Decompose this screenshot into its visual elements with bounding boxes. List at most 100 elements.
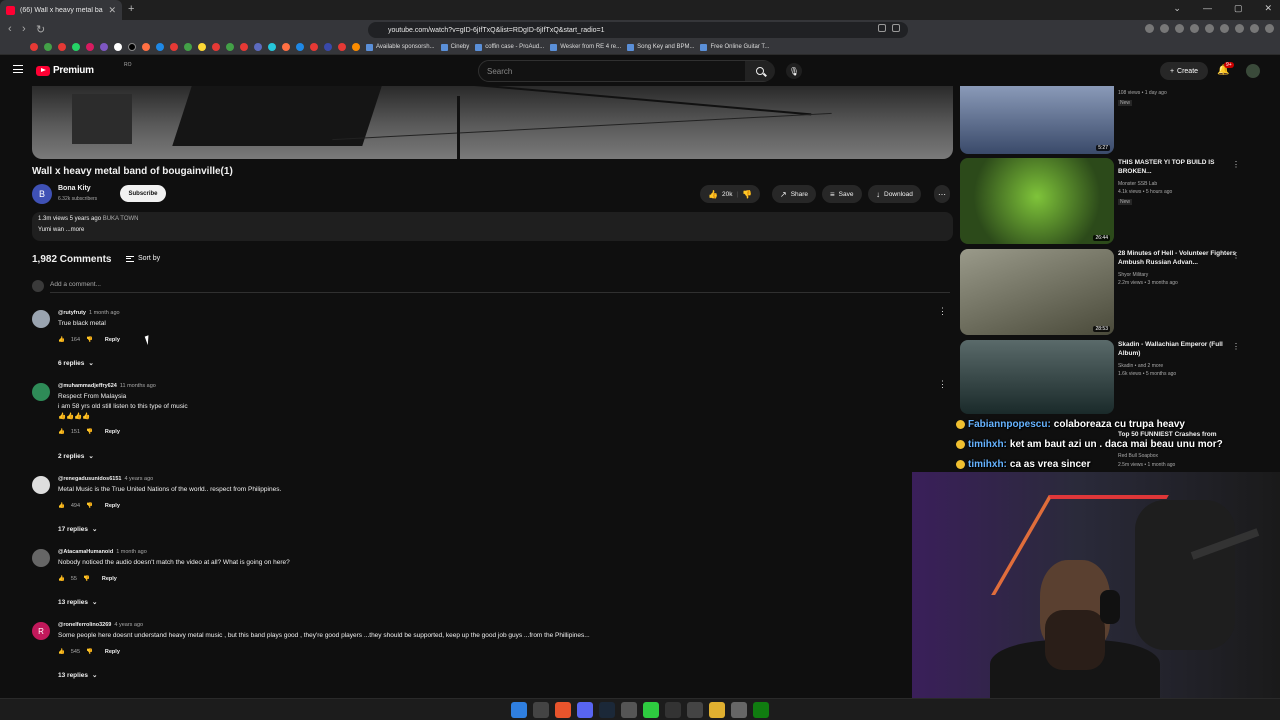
thumbs-up-icon[interactable]: 👍 (708, 190, 718, 199)
video-channel[interactable]: Monster SSB Lab (1118, 180, 1157, 188)
comment-author[interactable]: @muhammadjeffry624 11 months ago (58, 383, 156, 389)
video-thumbnail[interactable]: 28:53 (960, 249, 1114, 335)
minimize-icon[interactable]: — (1203, 3, 1212, 14)
obs-icon[interactable] (731, 702, 747, 718)
bookmark-icon[interactable] (100, 43, 108, 51)
bookmark-item[interactable]: Cineby (440, 43, 469, 51)
address-bar[interactable]: youtube.com/watch?v=gID-6jIfTxQ&list=RDg… (368, 22, 908, 38)
comment-author[interactable]: @rutyfruty 1 month ago (58, 310, 120, 316)
youtube-logo[interactable]: Premium RO (36, 62, 132, 76)
bookmark-icon[interactable] (44, 43, 52, 51)
like-dislike-button[interactable]: 👍 20k | 👎 (700, 185, 761, 203)
bookmark-icon[interactable] (310, 43, 318, 51)
more-options-icon[interactable]: ⋮ (938, 306, 947, 317)
bookmark-icon[interactable] (184, 43, 192, 51)
add-comment-input[interactable]: Add a comment... (50, 281, 101, 288)
bookmark-icon[interactable] (282, 43, 290, 51)
download-button[interactable]: ↓ Download (868, 185, 921, 203)
save-button[interactable]: ≡ Save (822, 185, 862, 203)
video-thumbnail[interactable] (960, 340, 1114, 414)
description-box[interactable]: 1.3m views 5 years ago BUKA TOWN Yumi wa… (32, 212, 953, 241)
video-title[interactable]: Skadin - Wallachian Emperor (Full Album) (1118, 340, 1238, 358)
search-button[interactable] (745, 61, 775, 81)
bookmark-icon[interactable] (114, 43, 122, 51)
bookmark-icon[interactable] (254, 43, 262, 51)
bookmark-icon[interactable] (338, 43, 346, 51)
replies-toggle[interactable]: 6 replies ⌄ (58, 359, 94, 368)
bookmark-icon[interactable] (128, 43, 136, 51)
chevron-down-icon[interactable]: ⌄ (1173, 3, 1181, 14)
back-icon[interactable]: ‹ (8, 23, 12, 35)
reply-button[interactable]: Reply (105, 503, 120, 509)
comment-author[interactable]: @ronelferrolino3269 4 years ago (58, 622, 143, 628)
discord-icon[interactable] (577, 702, 593, 718)
bookmark-icon[interactable] (212, 43, 220, 51)
extension-icon[interactable] (1250, 24, 1259, 33)
cast-icon[interactable] (878, 24, 886, 32)
sort-by-button[interactable]: Sort by (126, 255, 160, 262)
thumbs-down-icon[interactable]: 👎 (86, 503, 93, 509)
bookmark-icon[interactable] (30, 43, 38, 51)
video-thumbnail[interactable]: 26:44 (960, 158, 1114, 244)
bookmark-icon[interactable] (86, 43, 94, 51)
bookmark-icon[interactable] (226, 43, 234, 51)
bookmark-icon[interactable] (324, 43, 332, 51)
description-tag[interactable]: BUKA TOWN (103, 216, 139, 222)
browser-icon[interactable] (555, 702, 571, 718)
steam-icon[interactable] (599, 702, 615, 718)
new-tab-icon[interactable]: + (128, 3, 134, 15)
replies-toggle[interactable]: 2 replies ⌄ (58, 452, 94, 461)
bookmark-icon[interactable] (268, 43, 276, 51)
comment-author[interactable]: @AtacamaHumanoid 1 month ago (58, 549, 147, 555)
app-icon[interactable] (621, 702, 637, 718)
avatar[interactable] (32, 310, 50, 328)
replies-toggle[interactable]: 17 replies ⌄ (58, 525, 97, 534)
folder-icon[interactable] (709, 702, 725, 718)
thumbs-down-icon[interactable]: 👎 (86, 649, 93, 655)
thumbs-down-icon[interactable]: 👎 (83, 576, 90, 582)
thumbs-up-icon[interactable]: 👍 (58, 649, 65, 655)
avatar[interactable] (32, 476, 50, 494)
app-icon[interactable] (643, 702, 659, 718)
more-options-icon[interactable]: ⋮ (938, 379, 947, 390)
app-icon[interactable] (665, 702, 681, 718)
extension-icon[interactable] (1220, 24, 1229, 33)
bookmark-icon[interactable] (156, 43, 164, 51)
extension-icon[interactable] (1205, 24, 1214, 33)
account-avatar[interactable] (1246, 64, 1260, 78)
extension-icon[interactable] (1145, 24, 1154, 33)
bookmark-item[interactable]: Free Online Guitar T... (700, 43, 769, 51)
bookmark-icon[interactable] (198, 43, 206, 51)
maximize-icon[interactable]: ▢ (1234, 3, 1243, 14)
video-thumbnail[interactable]: 5:27 (960, 86, 1114, 154)
reply-button[interactable]: Reply (105, 337, 120, 343)
video-channel[interactable]: Skadin • and 2 more (1118, 362, 1163, 370)
microphone-icon[interactable]: 🎙 (786, 63, 802, 79)
bookmark-icon[interactable] (72, 43, 80, 51)
extension-icon[interactable] (1175, 24, 1184, 33)
bookmark-icon[interactable] (352, 43, 360, 51)
reply-button[interactable]: Reply (105, 649, 120, 655)
video-title[interactable]: 28 Minutes of Hell - Volunteer Fighters … (1118, 249, 1238, 267)
comment-author[interactable]: @renegadusunidos6151 4 years ago (58, 476, 153, 482)
thumbs-up-icon[interactable]: 👍 (58, 337, 65, 343)
close-window-icon[interactable]: ✕ (1264, 3, 1272, 14)
bookmark-item[interactable]: Available sponsorsh... (366, 43, 435, 51)
xbox-icon[interactable] (753, 702, 769, 718)
browser-tab-active[interactable]: (66) Wall x heavy metal band ✕ (0, 0, 122, 20)
thumbs-down-icon[interactable]: 👎 (742, 190, 752, 199)
thumbs-down-icon[interactable]: 👎 (86, 337, 93, 343)
extension-icon[interactable] (1160, 24, 1169, 33)
thumbs-up-icon[interactable]: 👍 (58, 503, 65, 509)
share-button[interactable]: ↗ Share (772, 185, 817, 203)
replies-toggle[interactable]: 13 replies ⌄ (58, 598, 97, 607)
bookmark-item[interactable]: coffin case - ProAud... (475, 43, 544, 51)
bookmark-icon[interactable] (240, 43, 248, 51)
more-options-icon[interactable]: ⋮ (1232, 251, 1240, 260)
forward-icon[interactable]: › (22, 23, 26, 35)
search-input[interactable]: Search (478, 60, 775, 82)
avatar[interactable] (32, 549, 50, 567)
bookmark-icon[interactable] (296, 43, 304, 51)
windows-start-icon[interactable] (511, 702, 527, 718)
reload-icon[interactable]: ↻ (36, 23, 45, 36)
